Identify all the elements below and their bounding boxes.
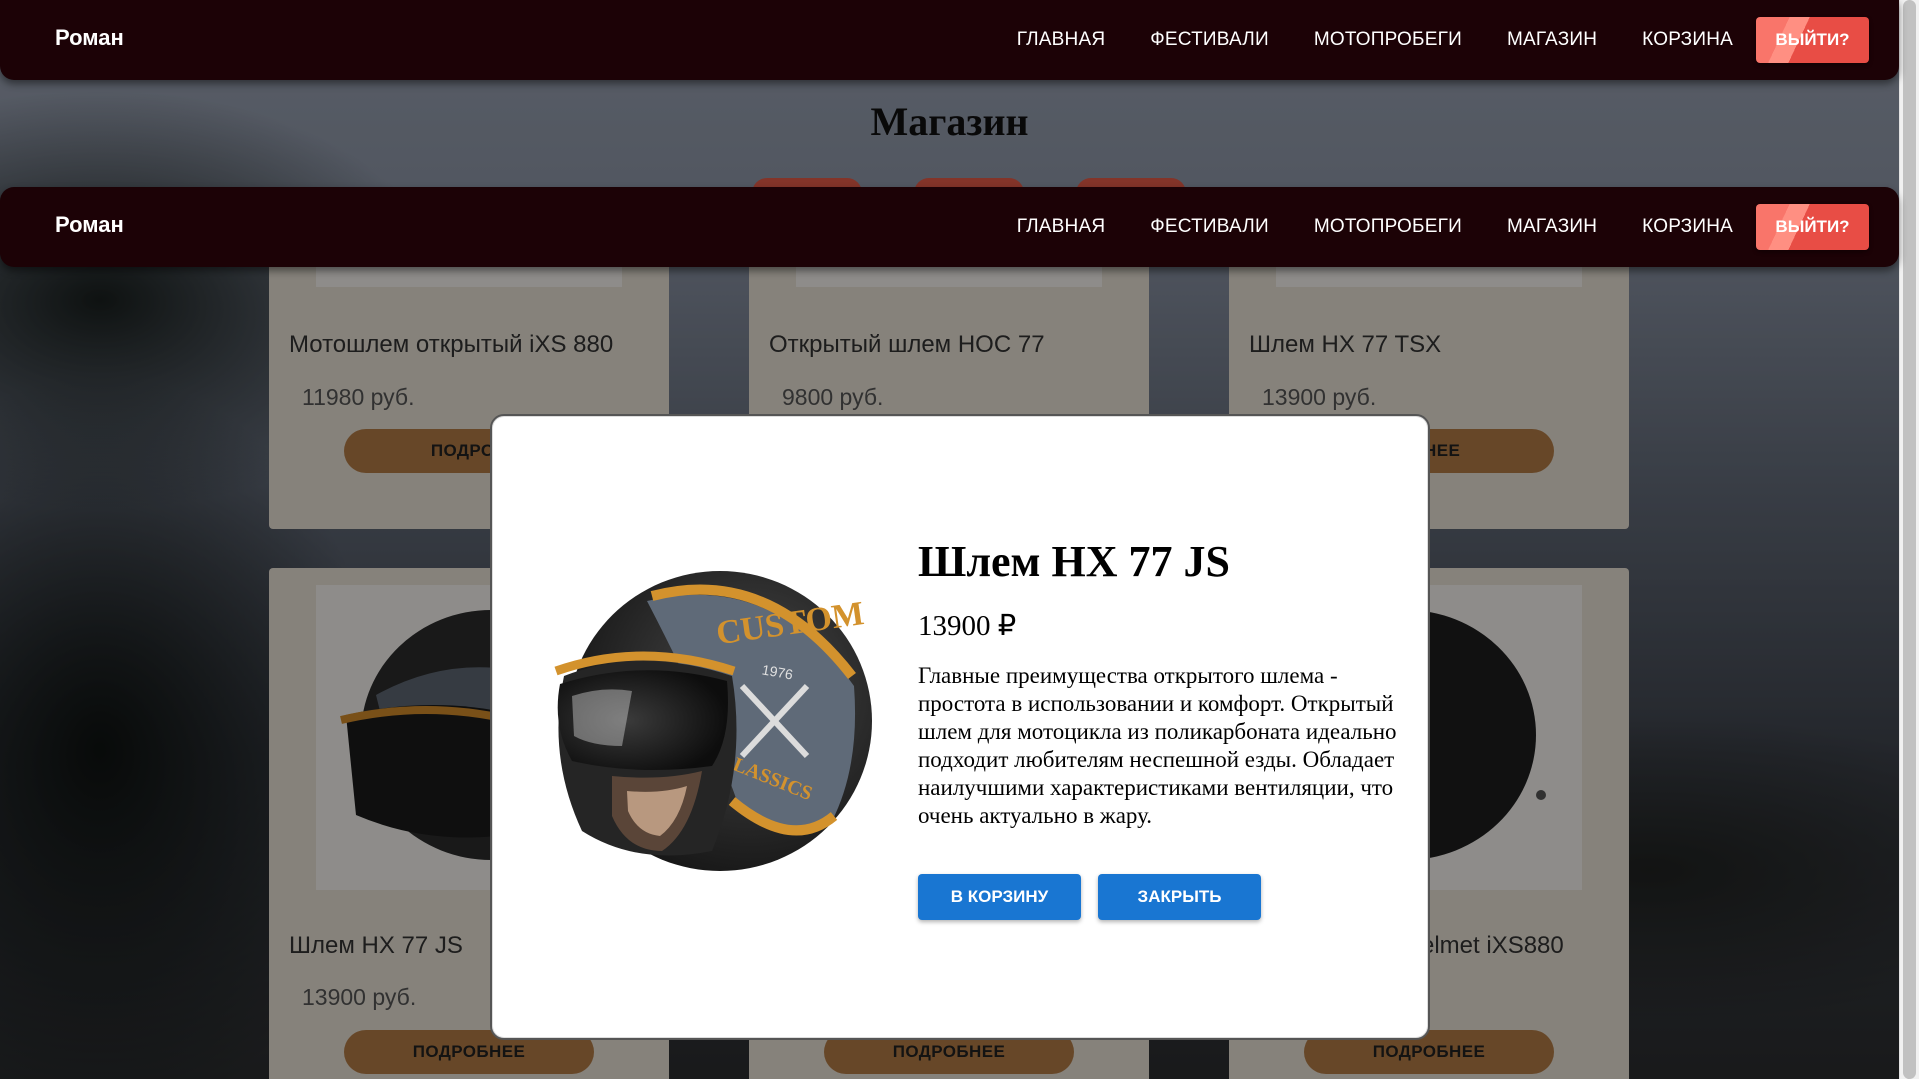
nav-item-home[interactable]: ГЛАВНАЯ [1017, 216, 1106, 238]
nav-item-home[interactable]: ГЛАВНАЯ [1017, 29, 1106, 51]
nav-item-motoruns[interactable]: МОТОПРОБЕГИ [1314, 29, 1462, 51]
scrollbar-thumb[interactable] [1903, 0, 1916, 1079]
brand-name[interactable]: Роман [55, 212, 124, 238]
modal-product-image: CUSTOM 1976 CLASSICS [542, 566, 872, 886]
add-to-cart-button[interactable]: В КОРЗИНУ [918, 874, 1081, 920]
modal-product-description: Главные преимущества открытого шлема - п… [918, 663, 1397, 828]
nav-item-shop[interactable]: МАГАЗИН [1507, 216, 1597, 238]
nav-item-festivals[interactable]: ФЕСТИВАЛИ [1150, 29, 1269, 51]
product-modal: CUSTOM 1976 CLASSICS Шлем HX 77 JS 13900… [490, 414, 1430, 1040]
logout-button[interactable]: ВЫЙТИ? [1756, 17, 1869, 63]
close-modal-button[interactable]: ЗАКРЫТЬ [1098, 874, 1261, 920]
nav-menu: ГЛАВНАЯ ФЕСТИВАЛИ МОТОПРОБЕГИ МАГАЗИН КО… [972, 17, 1869, 63]
modal-product-price: 13900 ₽ [918, 610, 1017, 642]
nav-item-motoruns[interactable]: МОТОПРОБЕГИ [1314, 216, 1462, 238]
page-scrollbar[interactable] [1899, 0, 1919, 1079]
nav-item-cart[interactable]: КОРЗИНА [1642, 29, 1733, 51]
sticky-navbar: Роман ГЛАВНАЯ ФЕСТИВАЛИ МОТОПРОБЕГИ МАГА… [0, 187, 1899, 267]
helmet-image: CUSTOM 1976 CLASSICS [554, 571, 872, 871]
nav-item-festivals[interactable]: ФЕСТИВАЛИ [1150, 216, 1269, 238]
nav-menu: ГЛАВНАЯ ФЕСТИВАЛИ МОТОПРОБЕГИ МАГАЗИН КО… [972, 204, 1869, 250]
nav-item-cart[interactable]: КОРЗИНА [1642, 216, 1733, 238]
brand-name[interactable]: Роман [55, 25, 124, 51]
top-navbar: Роман ГЛАВНАЯ ФЕСТИВАЛИ МОТОПРОБЕГИ МАГА… [0, 0, 1899, 80]
nav-item-shop[interactable]: МАГАЗИН [1507, 29, 1597, 51]
logout-button[interactable]: ВЫЙТИ? [1756, 204, 1869, 250]
modal-product-title: Шлем HX 77 JS [918, 537, 1230, 586]
